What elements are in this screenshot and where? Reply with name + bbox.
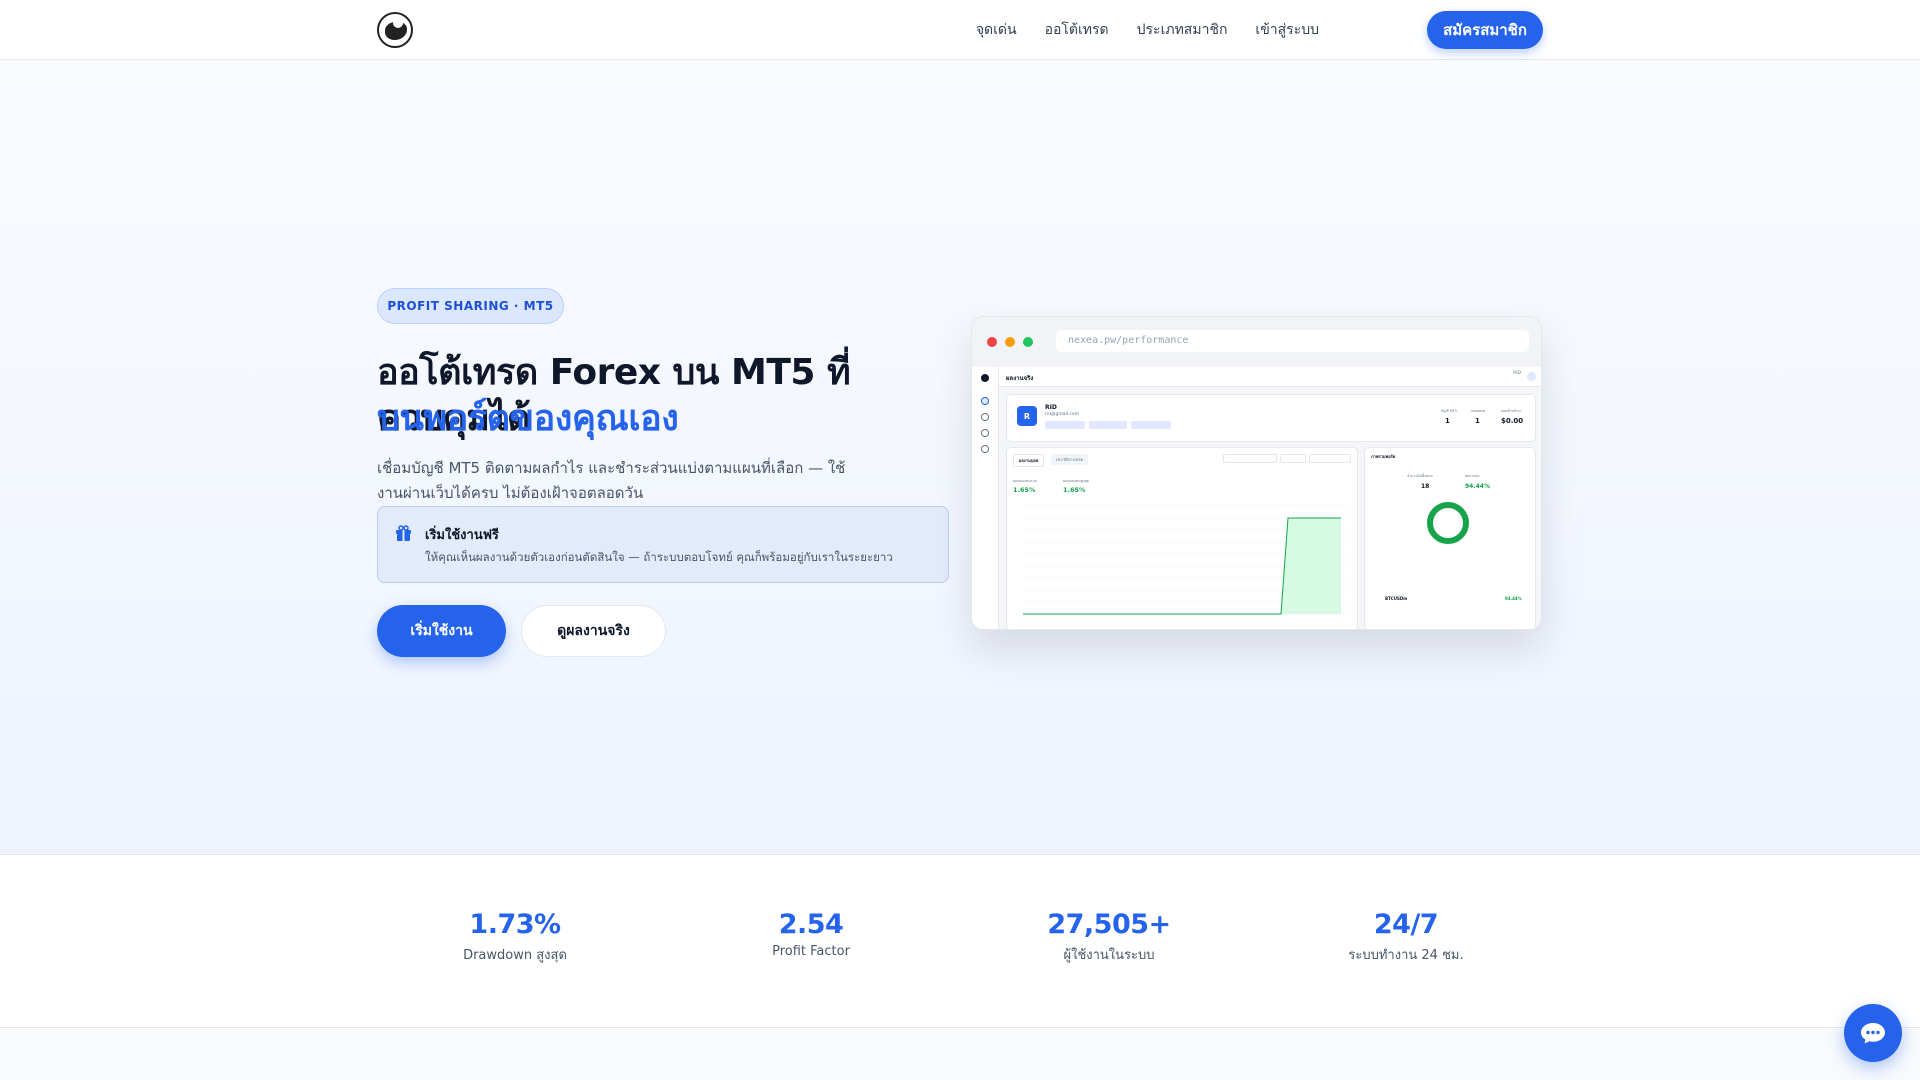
- promo-title: เริ่มใช้งานฟรี: [425, 528, 499, 543]
- stat-profit-factor: 2.54 Profit Factor: [691, 908, 931, 959]
- preview-sidebar: [972, 367, 999, 629]
- stat-drawdown: 1.73% Drawdown สูงสุด: [395, 908, 635, 965]
- overview-pair-pct: 94.44%: [1505, 596, 1522, 601]
- equity-curve-chart: [1023, 505, 1349, 615]
- kpi-label: ผลตอบแทนสูงสุด: [1063, 479, 1090, 483]
- account-stat-value: 1: [1475, 417, 1480, 425]
- window-minimize-dot: [1005, 337, 1015, 347]
- account-stat-label: บอทเทรด: [1471, 409, 1486, 413]
- preview-performance-card: ผลงานบอท ประวัติการเทรด ผลตอบแทนรวม 1.65…: [1006, 447, 1358, 629]
- overview-pair: BTCUSDm: [1385, 596, 1408, 601]
- account-name: RID: [1045, 404, 1057, 411]
- nav-link-membership[interactable]: ประเภทสมาชิก: [1137, 19, 1228, 41]
- hero-badge: PROFIT SHARING · MT5: [377, 288, 564, 324]
- history-icon: [981, 429, 989, 437]
- stat-label: Profit Factor: [772, 944, 850, 959]
- get-started-button[interactable]: เริ่มใช้งาน: [377, 605, 506, 657]
- view-results-button[interactable]: ดูผลงานจริง: [521, 605, 666, 657]
- preview-logo-icon: [981, 374, 989, 382]
- browser-bar: nexea.pw/performance: [972, 317, 1541, 367]
- brand-logo[interactable]: [377, 12, 413, 48]
- chat-icon: [1861, 1023, 1885, 1044]
- chat-button[interactable]: [1844, 1004, 1902, 1062]
- preview-app: ผลงานจริง RID R RID rid@gmail.com บัญชี …: [972, 367, 1541, 629]
- hero-section: [0, 60, 1920, 855]
- nav-link-features[interactable]: จุดเด่น: [976, 19, 1017, 41]
- kpi-label: ผลตอบแทนรวม: [1013, 479, 1037, 483]
- overview-stat-label: จำนวนไม้ทั้งหมด: [1407, 474, 1433, 478]
- stat-value: 1.73%: [469, 909, 561, 940]
- kpi-value: 1.65%: [1063, 486, 1086, 494]
- overview-title: ภาพรวมพอร์ต: [1371, 454, 1396, 459]
- win-rate-donut: [1427, 502, 1469, 544]
- hero-subtitle: เชื่อมบัญชี MT5 ติดตามผลกำไร และชำระส่วน…: [377, 459, 846, 502]
- preview-tab-history: ประวัติการเทรด: [1051, 454, 1089, 465]
- stat-label: ระบบทำงาน 24 ชม.: [1348, 948, 1464, 963]
- account-stat-label: ยอดค้างชำระ: [1501, 409, 1522, 413]
- promo-text: ให้คุณเห็นผลงานด้วยตัวเองก่อนตัดสินใจ — …: [425, 550, 893, 564]
- preview-user: RID: [1513, 371, 1521, 376]
- gear-icon: [981, 413, 989, 421]
- stat-value: 2.54: [778, 909, 844, 940]
- account-chip: [1131, 421, 1171, 429]
- nav-link-login[interactable]: เข้าสู่ระบบ: [1255, 19, 1319, 41]
- preview-page-title: ผลงานจริง: [1006, 375, 1034, 382]
- stat-value: 24/7: [1373, 909, 1439, 940]
- account-stat-label: บัญชี MT5: [1441, 409, 1458, 413]
- stat-users: 27,505+ ผู้ใช้งานในระบบ: [989, 908, 1229, 965]
- shield-icon: [981, 445, 989, 453]
- stat-label: Drawdown สูงสุด: [463, 948, 567, 963]
- window-maximize-dot: [1023, 337, 1033, 347]
- window-close-dot: [987, 337, 997, 347]
- signup-button[interactable]: สมัครสมาชิก: [1427, 11, 1543, 49]
- stats-section: 1.73% Drawdown สูงสุด 2.54 Profit Factor…: [0, 856, 1920, 1028]
- preview-tab-performance: ผลงานบอท: [1013, 454, 1045, 467]
- home-icon: [981, 397, 989, 405]
- preview-topbar: ผลงานจริง RID: [999, 367, 1541, 387]
- top-navbar: จุดเด่น ออโต้เทรด ประเภทสมาชิก เข้าสู่ระ…: [0, 0, 1920, 60]
- kpi-value: 1.65%: [1013, 486, 1036, 494]
- browser-url: nexea.pw/performance: [1056, 330, 1529, 352]
- overview-stat-value: 94.44%: [1465, 483, 1490, 490]
- overview-stat-label: อัตราชนะ: [1465, 474, 1480, 478]
- account-avatar: R: [1017, 406, 1037, 426]
- nav-link-autotrade[interactable]: ออโต้เทรด: [1045, 19, 1109, 41]
- preview-overview-card: ภาพรวมพอร์ต จำนวนไม้ทั้งหมด 18 อัตราชนะ …: [1364, 447, 1536, 629]
- stat-uptime: 24/7 ระบบทำงาน 24 ชม.: [1286, 908, 1526, 965]
- preview-select: [1280, 454, 1306, 463]
- preview-select: [1309, 454, 1351, 463]
- preview-avatar: [1527, 372, 1536, 381]
- account-stat-value: $0.00: [1501, 417, 1524, 425]
- preview-select: [1223, 454, 1277, 463]
- hero-title-accent: บนพอร์ตของคุณเอง: [377, 398, 679, 439]
- stat-label: ผู้ใช้งานในระบบ: [1063, 948, 1155, 963]
- next-section: [0, 1029, 1920, 1080]
- dashboard-preview: nexea.pw/performance ผลงานจริง RID R RID…: [971, 316, 1542, 630]
- account-email: rid@gmail.com: [1045, 412, 1079, 417]
- account-chip: [1045, 421, 1085, 429]
- gift-icon: [396, 525, 411, 541]
- overview-stat-value: 18: [1421, 483, 1430, 490]
- account-stat-value: 1: [1445, 417, 1450, 425]
- free-trial-callout: เริ่มใช้งานฟรี ให้คุณเห็นผลงานด้วยตัวเอง…: [377, 506, 949, 583]
- account-chip: [1089, 421, 1127, 429]
- stat-value: 27,505+: [1047, 909, 1171, 940]
- nav-links: จุดเด่น ออโต้เทรด ประเภทสมาชิก เข้าสู่ระ…: [976, 0, 1319, 60]
- preview-account-card: R RID rid@gmail.com บัญชี MT5 1 บอทเทรด …: [1006, 394, 1536, 442]
